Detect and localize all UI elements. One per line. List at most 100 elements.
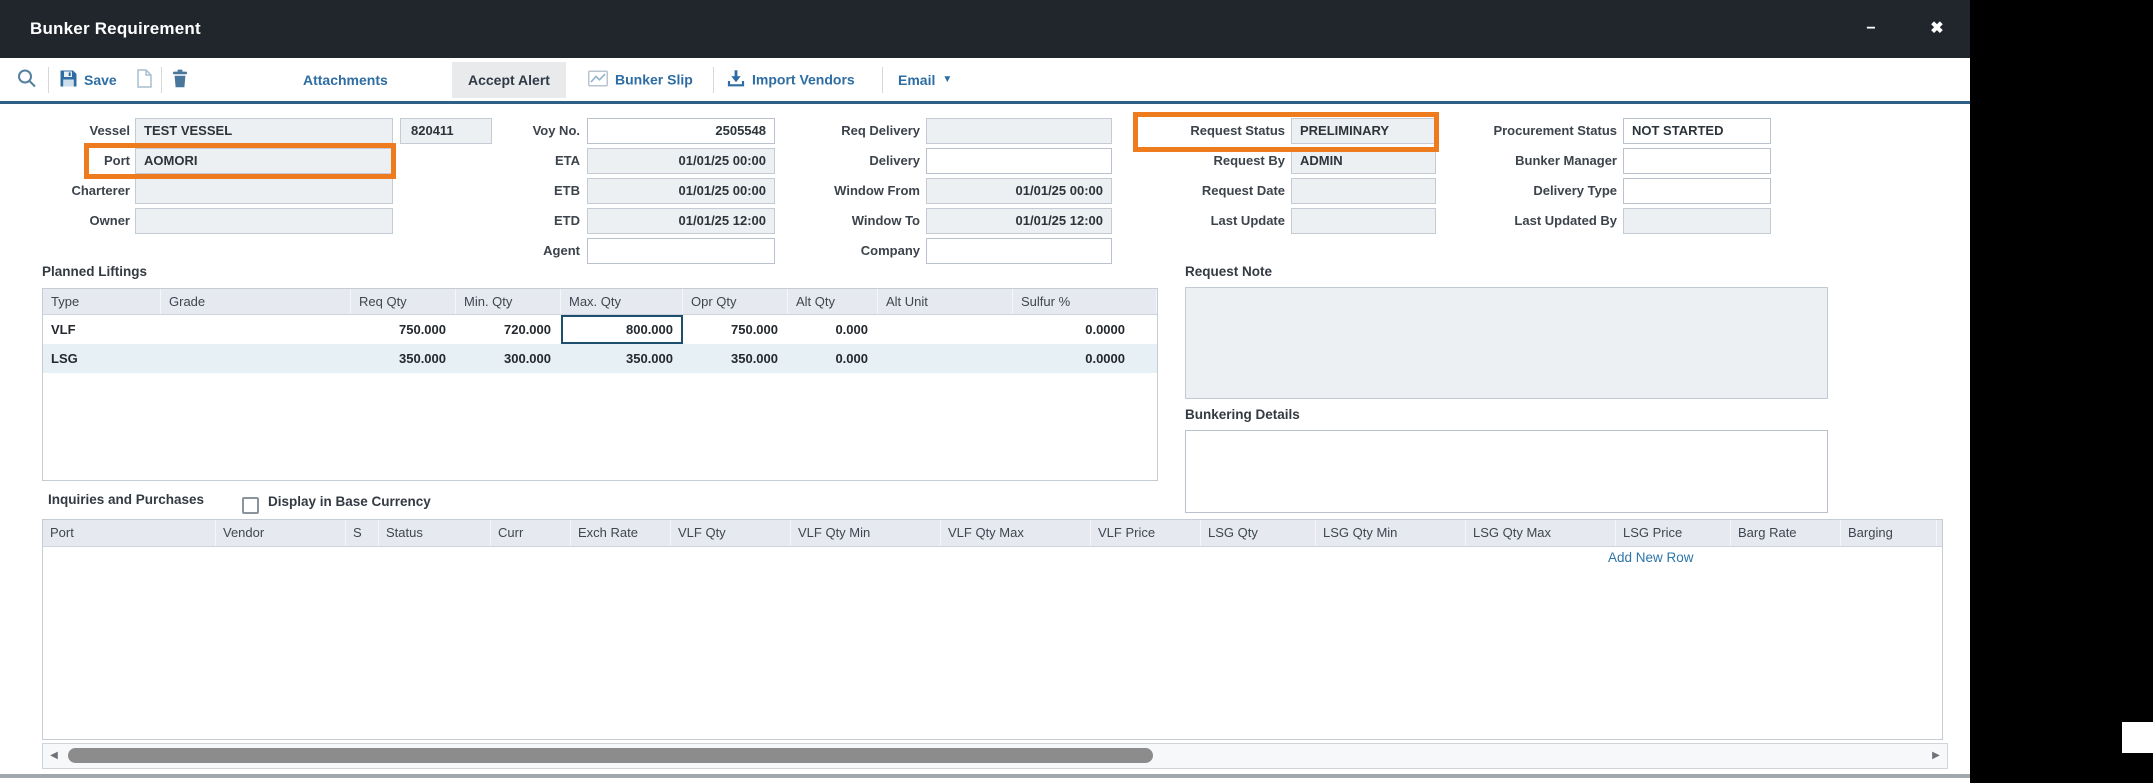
inquiries-title: Inquiries and Purchases (48, 492, 204, 507)
request-note-label: Request Note (1185, 264, 1272, 279)
accept-alert-button[interactable]: Accept Alert (452, 62, 566, 98)
window-from-field[interactable]: 01/01/25 00:00 (926, 178, 1112, 204)
col-exch-rate: Exch Rate (571, 520, 671, 546)
cell-opr-qty[interactable]: 750.000 (683, 315, 788, 344)
col-opr-qty: Opr Qty (683, 289, 788, 314)
agent-field[interactable] (587, 238, 775, 264)
last-update-label: Last Update (1148, 208, 1285, 234)
col-req-qty: Req Qty (351, 289, 456, 314)
voy-no-field[interactable]: 2505548 (587, 118, 775, 144)
cell-alt-unit[interactable] (878, 344, 1013, 373)
request-by-field[interactable]: ADMIN (1291, 148, 1436, 174)
delivery-type-field[interactable] (1623, 178, 1771, 204)
col-barg-rate: Barg Rate (1731, 520, 1841, 546)
close-button[interactable]: ✖ (1922, 0, 1952, 58)
request-by-label: Request By (1148, 148, 1285, 174)
toolbar-separator (161, 67, 162, 93)
save-button[interactable]: Save (60, 70, 117, 90)
scrollbar-thumb[interactable] (68, 748, 1153, 763)
req-delivery-field[interactable] (926, 118, 1112, 144)
request-status-field[interactable]: PRELIMINARY (1291, 118, 1436, 144)
inquiries-table: Port Vendor S Status Curr Exch Rate VLF … (42, 519, 1943, 740)
screen: Bunker Requirement − ✖ Save (0, 0, 2153, 783)
window-to-label: Window To (798, 208, 920, 234)
toolbar-separator (713, 67, 714, 93)
col-curr: Curr (491, 520, 571, 546)
delivery-label: Delivery (798, 148, 920, 174)
vessel-field[interactable]: TEST VESSEL (135, 118, 393, 144)
procurement-status-field[interactable]: NOT STARTED (1623, 118, 1771, 144)
new-document-icon (137, 69, 152, 91)
email-dropdown-button[interactable]: Email ▼ (898, 72, 952, 88)
cell-min-qty[interactable]: 720.000 (456, 315, 561, 344)
owner-field[interactable] (135, 208, 393, 234)
trash-icon (172, 69, 188, 91)
new-document-button[interactable] (137, 69, 152, 91)
col-type: Type (43, 289, 161, 314)
cell-type[interactable]: LSG (43, 344, 161, 373)
col-vlf-price: VLF Price (1091, 520, 1201, 546)
etd-field[interactable]: 01/01/25 12:00 (587, 208, 775, 234)
col-vlf-qty: VLF Qty (671, 520, 791, 546)
cell-alt-qty[interactable]: 0.000 (788, 344, 878, 373)
add-new-row-link[interactable]: Add New Row (1608, 550, 1694, 565)
window-to-field[interactable]: 01/01/25 12:00 (926, 208, 1112, 234)
charterer-field[interactable] (135, 178, 393, 204)
col-lsg-qty-min: LSG Qty Min (1316, 520, 1466, 546)
col-alt-qty: Alt Qty (788, 289, 878, 314)
search-button[interactable] (16, 67, 38, 92)
cell-alt-qty[interactable]: 0.000 (788, 315, 878, 344)
horizontal-scrollbar[interactable]: ◀ ▶ (42, 743, 1948, 769)
company-label: Company (798, 238, 920, 264)
chevron-down-icon: ▼ (942, 74, 952, 85)
last-update-field[interactable] (1291, 208, 1436, 234)
bunker-requirement-window: Bunker Requirement − ✖ Save (0, 0, 1970, 783)
request-date-label: Request Date (1148, 178, 1285, 204)
delete-button[interactable] (172, 69, 188, 91)
bunker-slip-button[interactable]: Bunker Slip (588, 70, 693, 89)
planned-liftings-header-row: Type Grade Req Qty Min. Qty Max. Qty Opr… (43, 289, 1157, 315)
port-label: Port (20, 148, 130, 174)
import-vendors-button[interactable]: Import Vendors (727, 69, 855, 90)
etd-label: ETD (468, 208, 580, 234)
cell-grade[interactable] (161, 344, 351, 373)
col-barging: Barging (1841, 520, 1937, 546)
delivery-field[interactable] (926, 148, 1112, 174)
toolbar-separator (48, 67, 49, 93)
cell-type[interactable]: VLF (43, 315, 161, 344)
vessel-label: Vessel (20, 118, 130, 144)
col-vlf-qty-max: VLF Qty Max (941, 520, 1091, 546)
eta-field[interactable]: 01/01/25 00:00 (587, 148, 775, 174)
cell-grade[interactable] (161, 315, 351, 344)
etb-field[interactable]: 01/01/25 00:00 (587, 178, 775, 204)
scroll-left-icon[interactable]: ◀ (45, 744, 63, 768)
search-icon (16, 67, 38, 92)
planned-liftings-title: Planned Liftings (42, 264, 147, 279)
cell-opr-qty[interactable]: 350.000 (683, 344, 788, 373)
bunkering-details-textarea[interactable] (1185, 430, 1828, 513)
company-field[interactable] (926, 238, 1112, 264)
cell-sulfur[interactable]: 0.0000 (1013, 315, 1157, 344)
minimize-button[interactable]: − (1856, 0, 1886, 58)
last-updated-by-field[interactable] (1623, 208, 1771, 234)
cell-max-qty-selected[interactable]: 800.000 (561, 315, 683, 344)
scroll-right-icon[interactable]: ▶ (1927, 744, 1945, 768)
port-field[interactable]: AOMORI (135, 148, 393, 174)
save-icon (60, 70, 77, 90)
cell-min-qty[interactable]: 300.000 (456, 344, 561, 373)
cell-alt-unit[interactable] (878, 315, 1013, 344)
req-delivery-label: Req Delivery (798, 118, 920, 144)
bunker-slip-label: Bunker Slip (615, 72, 693, 88)
window-from-label: Window From (798, 178, 920, 204)
inquiries-header-row: Port Vendor S Status Curr Exch Rate VLF … (43, 520, 1942, 547)
cell-req-qty[interactable]: 350.000 (351, 344, 456, 373)
col-s: S (346, 520, 379, 546)
cell-sulfur[interactable]: 0.0000 (1013, 344, 1157, 373)
request-note-textarea[interactable] (1185, 287, 1828, 399)
cell-req-qty[interactable]: 750.000 (351, 315, 456, 344)
bunker-manager-field[interactable] (1623, 148, 1771, 174)
cell-max-qty[interactable]: 350.000 (561, 344, 683, 373)
attachments-button[interactable]: Attachments (303, 72, 388, 88)
request-date-field[interactable] (1291, 178, 1436, 204)
display-base-currency-checkbox[interactable] (242, 497, 259, 514)
